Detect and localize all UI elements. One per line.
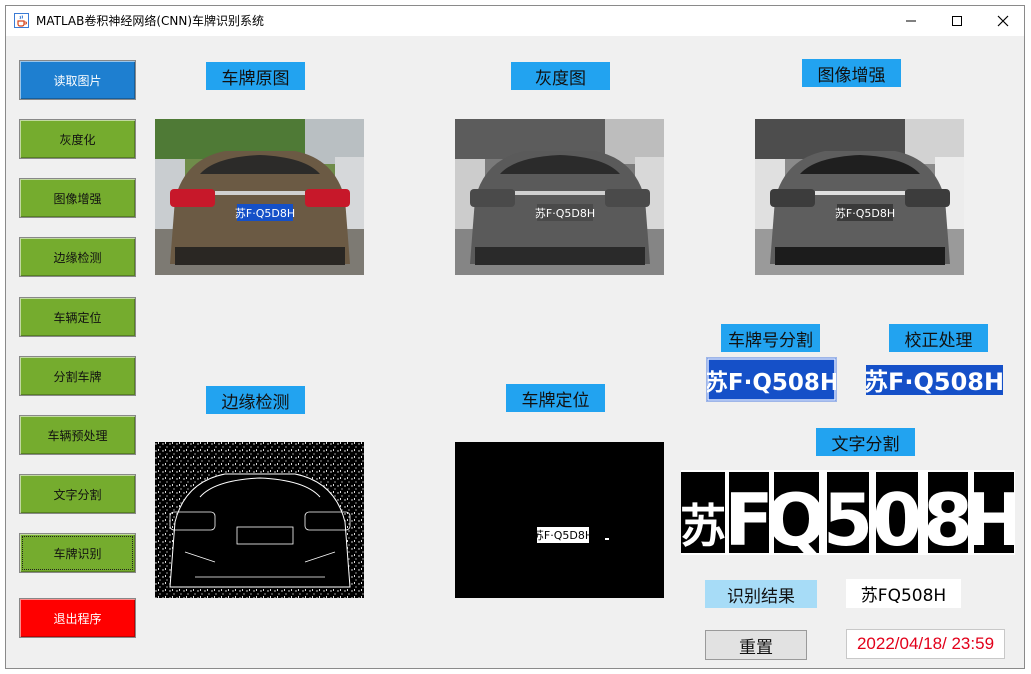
datetime-display: 2022/04/18/ 23:59 <box>846 629 1005 659</box>
minimize-button[interactable] <box>888 6 934 36</box>
gray-image: 苏F·Q5D8H <box>455 119 664 275</box>
minimize-icon <box>906 20 916 22</box>
result-value: 苏FQ508H <box>846 579 961 608</box>
original-plate-text: 苏F·Q5D8H <box>235 207 295 220</box>
locate-label: 车牌定位 <box>506 384 605 412</box>
correction-image: 苏F·Q508H <box>866 365 1003 395</box>
java-cup-icon <box>14 13 29 28</box>
original-label: 车牌原图 <box>206 62 305 90</box>
correction-label: 校正处理 <box>889 324 988 352</box>
char-seg-image: 苏 F Q 5 0 8 H <box>681 470 1015 555</box>
char-seg-label: 文字分割 <box>816 428 915 456</box>
locate-image: 苏F·Q5D8H <box>455 442 664 598</box>
read-image-button[interactable]: 读取图片 <box>19 60 136 100</box>
title-bar: MATLAB卷积神经网络(CNN)车牌识别系统 <box>6 6 1024 36</box>
plate-recognize-button[interactable]: 车牌识别 <box>19 533 136 573</box>
enhanced-label: 图像增强 <box>802 59 901 87</box>
char-4: 0 <box>872 478 922 555</box>
edge-image <box>155 442 364 598</box>
window-title: MATLAB卷积神经网络(CNN)车牌识别系统 <box>36 14 265 28</box>
app-window: MATLAB卷积神经网络(CNN)车牌识别系统 读取图片 灰度化 图像增强 边缘… <box>5 5 1025 669</box>
grayscale-button[interactable]: 灰度化 <box>19 119 136 159</box>
result-label: 识别结果 <box>705 580 817 608</box>
enhanced-plate-text: 苏F·Q5D8H <box>835 207 895 220</box>
char-6: H <box>964 478 1015 555</box>
char-0: 苏 <box>681 499 726 553</box>
reset-button[interactable]: 重置 <box>705 630 807 660</box>
close-button[interactable] <box>980 6 1026 36</box>
char-2: Q <box>765 478 826 555</box>
locate-plate-text: 苏F·Q5D8H <box>533 529 593 542</box>
enhance-button[interactable]: 图像增强 <box>19 178 136 218</box>
exit-button[interactable]: 退出程序 <box>19 598 136 638</box>
plate-seg-label: 车牌号分割 <box>721 324 820 352</box>
plate-seg-image: 苏F·Q508H <box>706 357 837 402</box>
maximize-button[interactable] <box>934 6 980 36</box>
maximize-icon <box>952 16 962 26</box>
char-split-button[interactable]: 文字分割 <box>19 474 136 514</box>
original-image: 苏F·Q5D8H <box>155 119 364 275</box>
edge-detect-button[interactable]: 边缘检测 <box>19 237 136 277</box>
vehicle-locate-button[interactable]: 车辆定位 <box>19 297 136 337</box>
enhanced-image: 苏F·Q5D8H <box>755 119 964 275</box>
correction-text: 苏F·Q508H <box>866 368 1003 395</box>
gray-plate-text: 苏F·Q5D8H <box>535 207 595 220</box>
split-plate-button[interactable]: 分割车牌 <box>19 356 136 396</box>
gray-label: 灰度图 <box>511 62 610 90</box>
edge-label: 边缘检测 <box>206 386 305 414</box>
preprocess-button[interactable]: 车辆预处理 <box>19 415 136 455</box>
plate-seg-text: 苏F·Q508H <box>707 370 837 396</box>
char-3: 5 <box>823 478 873 555</box>
close-icon <box>997 15 1009 27</box>
